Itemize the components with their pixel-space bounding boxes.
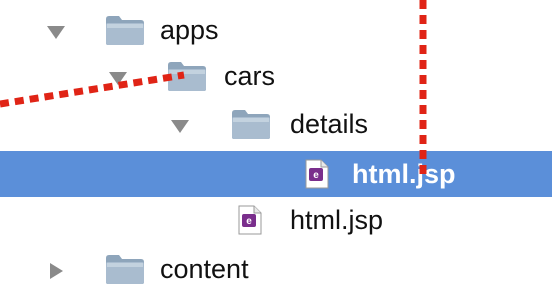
jsp-file-icon: e [238, 205, 262, 235]
expanded-disclosure-icon[interactable] [170, 116, 190, 136]
tree-item-label: details [290, 109, 369, 139]
folder-icon [230, 108, 272, 140]
folder-icon [104, 253, 146, 285]
expanded-disclosure-icon[interactable] [108, 68, 128, 88]
tree-item-label: cars [224, 61, 276, 91]
tree-row-html-jsp[interactable]: e html.jsp [0, 197, 552, 243]
file-tree-panel: apps cars details e html.jsp e html.jsp … [0, 0, 552, 289]
expanded-disclosure-icon[interactable] [46, 22, 66, 42]
svg-text:e: e [246, 216, 252, 227]
tree-item-label: content [160, 254, 249, 284]
tree-item-label: apps [160, 15, 219, 45]
svg-text:e: e [313, 170, 319, 181]
tree-row-apps[interactable]: apps [0, 8, 552, 54]
jsp-file-icon: e [305, 159, 329, 189]
tree-row-content[interactable]: content [0, 247, 552, 289]
collapsed-disclosure-icon[interactable] [46, 261, 66, 281]
tree-row-cars[interactable]: cars [0, 54, 552, 100]
tree-row-html-jsp-selected[interactable]: e html.jsp [0, 151, 552, 197]
tree-row-details[interactable]: details [0, 102, 552, 148]
tree-item-label: html.jsp [290, 205, 384, 235]
folder-icon [166, 60, 208, 92]
tree-item-label: html.jsp [352, 159, 456, 189]
folder-icon [104, 14, 146, 46]
